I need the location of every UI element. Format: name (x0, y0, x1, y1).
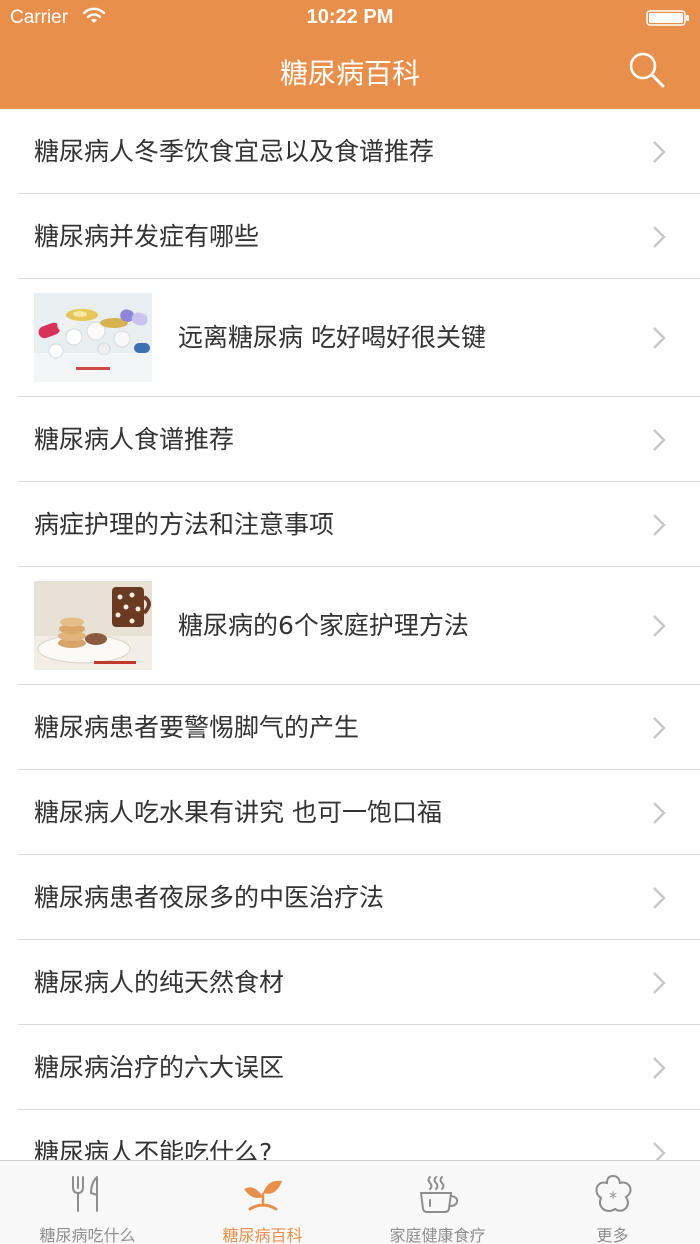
sprout-icon (244, 1180, 282, 1211)
tab-label: 糖尿病百科 (222, 1226, 303, 1244)
list-item[interactable]: 糖尿病并发症有哪些 (0, 194, 700, 279)
list-item-label: 糖尿病患者要警惕脚气的产生 (34, 713, 360, 742)
tab-diabetes-diet[interactable]: 糖尿病吃什么 (0, 1161, 175, 1244)
tab-more[interactable]: * 更多 (525, 1161, 700, 1244)
list-item-label: 糖尿病人不能吃什么? (34, 1138, 273, 1160)
list-item[interactable]: 病症护理的方法和注意事项 (0, 482, 700, 567)
status-bar: Carrier 10:22 PM (0, 0, 700, 36)
tab-home-diet-therapy[interactable]: 家庭健康食疗 (350, 1161, 525, 1244)
coffee-cup-icon (419, 1176, 459, 1213)
search-icon[interactable] (628, 51, 666, 89)
list-item-label: 糖尿病患者夜尿多的中医治疗法 (34, 883, 385, 912)
chevron-right-icon (653, 141, 666, 163)
list-item[interactable]: 糖尿病人吃水果有讲究 也可一饱口福 (0, 770, 700, 855)
list-item[interactable]: 糖尿病的6个家庭护理方法 (0, 567, 700, 685)
chevron-right-icon (653, 429, 666, 451)
tab-diabetes-encyclopedia[interactable]: 糖尿病百科 (175, 1161, 350, 1244)
chevron-right-icon (653, 717, 666, 739)
status-time: 10:22 PM (306, 6, 394, 28)
chevron-right-icon (653, 514, 666, 536)
chevron-right-icon (653, 1142, 666, 1160)
list-item-label: 病症护理的方法和注意事项 (34, 510, 335, 539)
list-item-label: 远离糖尿病 吃好喝好很关键 (178, 323, 486, 352)
list-item-label: 糖尿病人的纯天然食材 (34, 968, 285, 997)
list-item[interactable]: 糖尿病人不能吃什么? (0, 1110, 700, 1160)
list-item-label: 糖尿病人食谱推荐 (34, 425, 235, 454)
list-item[interactable]: 糖尿病人冬季饮食宜忌以及食谱推荐 (0, 109, 700, 194)
list-item[interactable]: 糖尿病人食谱推荐 (0, 397, 700, 482)
list-item[interactable]: 糖尿病人的纯天然食材 (0, 940, 700, 1025)
list-item[interactable]: 糖尿病患者要警惕脚气的产生 (0, 685, 700, 770)
cookies-and-mug-photo (34, 581, 152, 670)
list-item-label: 糖尿病人冬季饮食宜忌以及食谱推荐 (34, 137, 435, 166)
chevron-right-icon (653, 972, 666, 994)
tab-label: 糖尿病吃什么 (39, 1226, 136, 1244)
chevron-right-icon (653, 226, 666, 248)
page-title: 糖尿病百科 (279, 57, 420, 90)
navigation-bar: Carrier 10:22 PM 糖尿病百科 (0, 0, 700, 109)
list-item-label: 糖尿病人吃水果有讲究 也可一饱口福 (34, 798, 442, 827)
chevron-right-icon (653, 327, 666, 349)
svg-text:*: * (609, 1188, 617, 1207)
chevron-right-icon (653, 802, 666, 824)
list-item-label: 糖尿病治疗的六大误区 (34, 1053, 285, 1082)
fork-knife-icon (72, 1176, 98, 1212)
tab-label: 家庭健康食疗 (389, 1226, 486, 1244)
list-item[interactable]: 糖尿病治疗的六大误区 (0, 1025, 700, 1110)
tab-bar: 糖尿病吃什么 糖尿病百科 家庭健康食疗 * 更多 (0, 1160, 700, 1244)
tab-label: 更多 (596, 1226, 629, 1244)
chevron-right-icon (653, 887, 666, 909)
list-item[interactable]: 糖尿病患者夜尿多的中医治疗法 (0, 855, 700, 940)
list-item[interactable]: 远离糖尿病 吃好喝好很关键 (0, 279, 700, 397)
article-list[interactable]: 糖尿病人冬季饮食宜忌以及食谱推荐 糖尿病并发症有哪些 远离糖尿病 吃好喝好很关键… (0, 109, 700, 1160)
battery-icon (646, 10, 689, 26)
chevron-right-icon (653, 615, 666, 637)
list-item-label: 糖尿病并发症有哪些 (34, 222, 260, 251)
flower-star-icon: * (595, 1174, 632, 1212)
list-item-label: 糖尿病的6个家庭护理方法 (178, 611, 469, 640)
chevron-right-icon (653, 1057, 666, 1079)
pills-photo (34, 293, 152, 382)
